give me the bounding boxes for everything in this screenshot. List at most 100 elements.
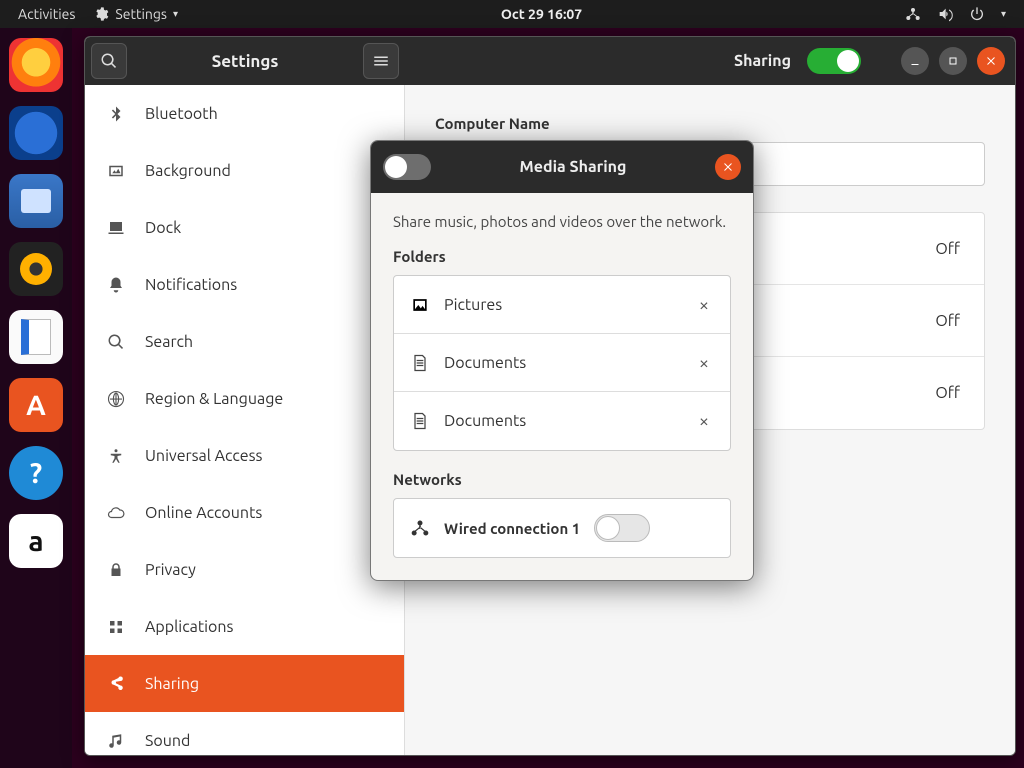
sidebar-item-notifications[interactable]: Notifications (85, 256, 404, 313)
folder-row[interactable]: Documents × (394, 334, 730, 392)
dock-app-files[interactable] (9, 174, 63, 228)
sidebar-item-label: Applications (145, 618, 233, 636)
system-menu-caret-icon[interactable]: ▾ (1001, 8, 1006, 20)
document-icon (410, 353, 430, 373)
sharing-master-toggle[interactable] (807, 48, 861, 74)
lock-icon (105, 559, 127, 581)
window-minimize-button[interactable] (901, 47, 929, 75)
dialog-description: Share music, photos and videos over the … (393, 211, 731, 232)
dock-app-amazon[interactable]: a (9, 514, 63, 568)
folders-heading: Folders (393, 248, 731, 265)
activities-button[interactable]: Activities (18, 6, 75, 22)
dock-app-firefox[interactable] (9, 38, 63, 92)
sidebar-item-region-language[interactable]: Region & Language (85, 370, 404, 427)
sidebar-item-universal-access[interactable]: Universal Access (85, 427, 404, 484)
share-row-status: Off (935, 312, 960, 330)
media-sharing-dialog: Media Sharing Share music, photos and vi… (370, 140, 754, 581)
window-maximize-button[interactable] (939, 47, 967, 75)
dialog-close-button[interactable] (715, 154, 741, 180)
dock-app-thunderbird[interactable] (9, 106, 63, 160)
sidebar-item-background[interactable]: Background (85, 142, 404, 199)
folder-name: Pictures (444, 296, 502, 314)
settings-sidebar: Bluetooth Background Dock Notifications Sear… (85, 85, 405, 755)
grid-icon (105, 616, 127, 638)
sidebar-item-label: Bluetooth (145, 105, 218, 123)
sidebar-item-online-accounts[interactable]: Online Accounts (85, 484, 404, 541)
sidebar-item-label: Universal Access (145, 447, 263, 465)
wired-icon (410, 518, 430, 538)
folder-list: Pictures × Documents × Documents × (393, 275, 731, 451)
menu-icon (372, 52, 390, 70)
globe-icon (105, 388, 127, 410)
sidebar-item-label: Search (145, 333, 193, 351)
power-icon[interactable] (969, 6, 985, 22)
search-icon (100, 52, 118, 70)
network-name: Wired connection 1 (444, 520, 580, 537)
sidebar-item-bluetooth[interactable]: Bluetooth (85, 85, 404, 142)
search-button[interactable] (91, 43, 127, 79)
app-menu-label: Settings (115, 6, 167, 22)
header-section-label: Sharing (734, 52, 791, 70)
folder-remove-button[interactable]: × (694, 295, 714, 315)
image-icon (410, 295, 430, 315)
search-icon (105, 331, 127, 353)
document-icon (410, 411, 430, 431)
top-panel: Activities Settings ▾ Oct 29 16:07 ▾ (0, 0, 1024, 28)
dock-app-software[interactable]: A (9, 378, 63, 432)
sidebar-item-sharing[interactable]: Sharing (85, 655, 404, 712)
sidebar-item-label: Privacy (145, 561, 196, 579)
dock-show-apps[interactable] (9, 582, 63, 636)
hamburger-button[interactable] (363, 43, 399, 79)
dock-app-help[interactable]: ? (9, 446, 63, 500)
bell-icon (105, 274, 127, 296)
dock-icon (105, 217, 127, 239)
maximize-icon (947, 55, 959, 67)
sidebar-item-label: Region & Language (145, 390, 283, 408)
sidebar-item-label: Background (145, 162, 231, 180)
dock-app-rhythmbox[interactable] (9, 242, 63, 296)
bluetooth-icon (105, 103, 127, 125)
sidebar-item-label: Dock (145, 219, 181, 237)
volume-icon[interactable] (937, 6, 953, 22)
accessibility-icon (105, 445, 127, 467)
share-icon (105, 673, 127, 695)
window-close-button[interactable] (977, 47, 1005, 75)
folder-remove-button[interactable]: × (694, 411, 714, 431)
sidebar-item-search[interactable]: Search (85, 313, 404, 370)
dock: A ? a (0, 28, 72, 768)
network-toggle[interactable] (594, 514, 650, 542)
network-list: Wired connection 1 (393, 498, 731, 558)
cloud-icon (105, 502, 127, 524)
app-menu[interactable]: Settings ▾ (93, 6, 178, 22)
folder-remove-button[interactable]: × (694, 353, 714, 373)
sidebar-item-dock[interactable]: Dock (85, 199, 404, 256)
folder-row[interactable]: Pictures × (394, 276, 730, 334)
window-title: Settings (133, 52, 357, 71)
sidebar-item-label: Online Accounts (145, 504, 262, 522)
folder-name: Documents (444, 354, 526, 372)
network-icon[interactable] (905, 6, 921, 22)
share-row-status: Off (935, 384, 960, 402)
sidebar-item-label: Sound (145, 732, 190, 750)
folder-name: Documents (444, 412, 526, 430)
sidebar-item-label: Sharing (145, 675, 199, 693)
background-icon (105, 160, 127, 182)
gear-icon (93, 6, 109, 22)
close-icon (722, 161, 734, 173)
sidebar-item-sound[interactable]: Sound (85, 712, 404, 755)
dialog-title: Media Sharing (441, 158, 705, 176)
share-row-status: Off (935, 240, 960, 258)
sidebar-item-applications[interactable]: Applications (85, 598, 404, 655)
computer-name-label: Computer Name (435, 115, 985, 132)
minimize-icon (909, 55, 921, 67)
panel-clock[interactable]: Oct 29 16:07 (178, 6, 905, 22)
folder-row[interactable]: Documents × (394, 392, 730, 450)
sidebar-item-label: Notifications (145, 276, 237, 294)
dock-app-writer[interactable] (9, 310, 63, 364)
network-row: Wired connection 1 (394, 499, 730, 557)
sidebar-item-privacy[interactable]: Privacy (85, 541, 404, 598)
music-icon (105, 730, 127, 752)
media-sharing-toggle[interactable] (383, 154, 431, 180)
dialog-header: Media Sharing (371, 141, 753, 193)
networks-heading: Networks (393, 471, 731, 488)
